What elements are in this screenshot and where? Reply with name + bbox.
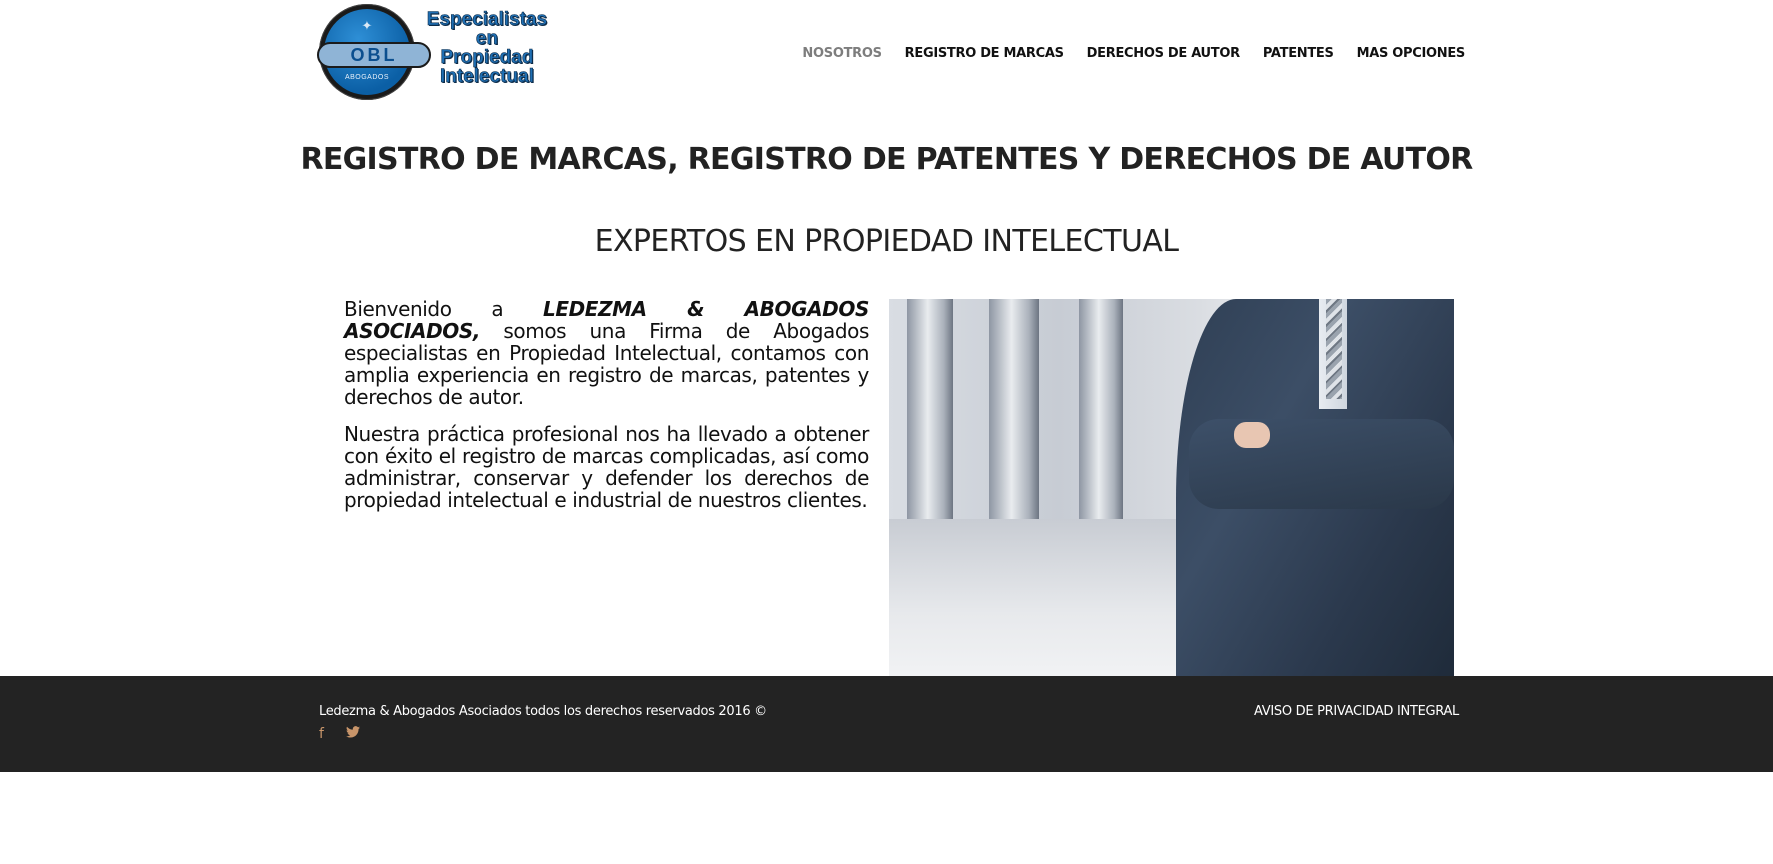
nav-item-derechos-de-autor[interactable]: DERECHOS DE AUTOR [1087,46,1240,61]
logo[interactable]: ✦ ABOGADOS OBL Especialistas en Propieda… [317,4,551,100]
page-subtitle: EXPERTOS EN PROPIEDAD INTELECTUAL [594,224,1179,259]
winged-lamp-icon: ✦ [361,19,373,34]
site-footer: Ledezma & Abogados Asociados todos los d… [0,676,1773,772]
logo-tagline: Especialistas en Propiedad Intelectual [426,9,548,87]
nav-item-mas-opciones[interactable]: MAS OPCIONES [1357,46,1466,61]
intro-paragraph-1: Bienvenido a LEDEZMA & ABOGADOS ASOCIADO… [344,297,869,409]
social-links: f [319,726,360,742]
logo-badge-sub: ABOGADOS [344,74,390,81]
twitter-icon[interactable] [345,726,360,742]
nav-item-patentes[interactable]: PATENTES [1263,46,1334,61]
nav-item-nosotros[interactable]: NOSOTROS [802,46,882,61]
site-header: ✦ ABOGADOS OBL Especialistas en Propieda… [317,0,1465,110]
nav-item-registro-de-marcas[interactable]: REGISTRO DE MARCAS [905,46,1064,61]
copyright-text: Ledezma & Abogados Asociados todos los d… [319,704,767,719]
privacy-policy-link[interactable]: AVISO DE PRIVACIDAD INTEGRAL [1254,704,1459,719]
page-title: REGISTRO DE MARCAS, REGISTRO DE PATENTES… [300,142,1473,177]
intro-paragraph-2: Nuestra práctica profesional nos ha llev… [344,422,869,512]
logo-badge-text: OBL [317,42,431,68]
intro-text: Bienvenido a LEDEZMA & ABOGADOS ASOCIADO… [344,298,869,526]
facebook-icon[interactable]: f [319,726,324,742]
hero-image-lawyer [889,299,1454,676]
main-nav: NOSOTROS REGISTRO DE MARCAS DERECHOS DE … [779,46,1465,61]
